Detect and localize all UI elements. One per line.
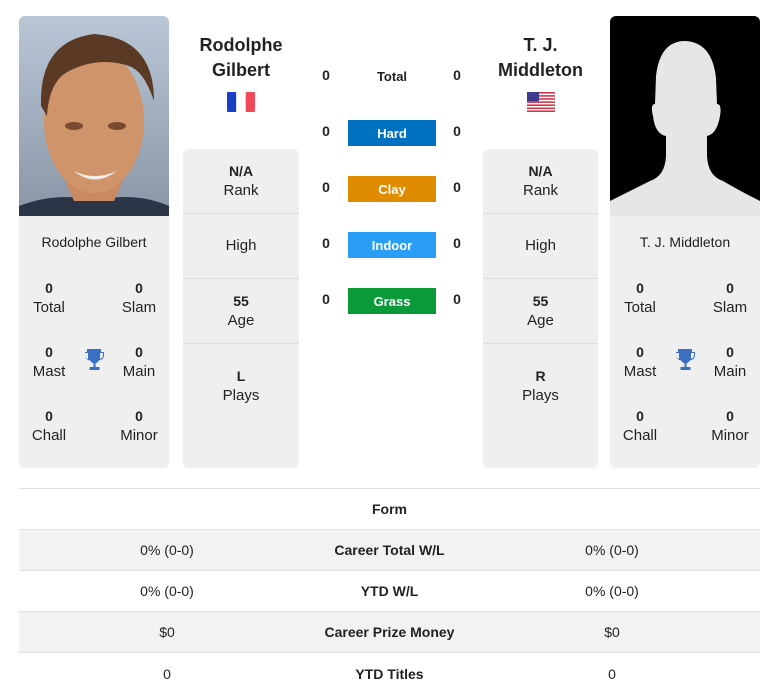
p1-value: 0% (0-0) (140, 542, 194, 558)
player1-card: Rodolphe Gilbert 0 Total 0 Slam 0 Mast 0 Mai… (19, 216, 169, 468)
player2-minor-titles: 0 Minor (711, 408, 749, 444)
player1-mast-titles: 0 Mast (32, 344, 66, 380)
h2h-hard-p1: 0 (322, 123, 330, 139)
row-label: YTD Titles (355, 665, 424, 682)
h2h-total-p1: 0 (322, 67, 330, 83)
form-header-row: Form (19, 489, 760, 530)
player2-heading[interactable]: T. J. Middleton (483, 33, 598, 83)
player2-card: T. J. Middleton 0 Total 0 Slam 0 Mast 0 Main… (610, 216, 760, 468)
surface-grass-badge[interactable]: Grass (348, 288, 436, 314)
player2-mast-titles: 0 Mast (623, 344, 657, 380)
p2-value: 0% (0-0) (585, 542, 639, 558)
player2-rank: N/A Rank (483, 149, 598, 214)
player2-photo-placeholder (610, 16, 760, 216)
player1-slam-titles: 0 Slam (121, 280, 157, 316)
row-label: Career Prize Money (324, 624, 455, 640)
p1-value: 0% (0-0) (140, 583, 194, 599)
player1-name-line1[interactable]: Rodolphe (183, 33, 299, 58)
player2-high: High (483, 214, 598, 279)
player2-main-titles: 0 Main (713, 344, 747, 380)
player1-plays: L Plays (222, 368, 260, 404)
player1-name-line2[interactable]: Gilbert (183, 58, 299, 83)
france-flag-icon (227, 92, 255, 112)
surface-indoor-badge[interactable]: Indoor (348, 232, 436, 258)
player1-total-titles: 0 Total (33, 280, 65, 316)
player2-slam-titles: 0 Slam (712, 280, 748, 316)
player2-age: 55 Age (483, 279, 598, 344)
table-row: 0% (0-0) Career Total W/L 0% (0-0) (19, 530, 760, 571)
player1-rank: N/A Rank (183, 149, 299, 214)
p1-value: $0 (159, 624, 175, 640)
h2h-hard-p2: 0 (453, 123, 461, 139)
player2-info-panel: N/A Rank High 55 Age R Plays (483, 149, 598, 468)
h2h-total-label: Total (376, 69, 408, 84)
table-row: 0% (0-0) YTD W/L 0% (0-0) (19, 571, 760, 612)
h2h-grass-p2: 0 (453, 291, 461, 307)
p2-value: $0 (604, 624, 620, 640)
player1-heading[interactable]: Rodolphe Gilbert (183, 33, 299, 83)
h2h-total-p2: 0 (453, 67, 461, 83)
row-label: Career Total W/L (334, 542, 445, 558)
player2-chall-titles: 0 Chall (622, 408, 658, 444)
player1-high: High (183, 214, 299, 279)
player2-total-titles: 0 Total (624, 280, 656, 316)
player1-info-panel: N/A Rank High 55 Age L Plays (183, 149, 299, 468)
surface-hard-badge[interactable]: Hard (348, 120, 436, 146)
player1-card-name: Rodolphe Gilbert (41, 234, 147, 250)
player2-name-line1[interactable]: T. J. (483, 33, 598, 58)
h2h-clay-p2: 0 (453, 179, 461, 195)
player1-chall-titles: 0 Chall (31, 408, 67, 444)
player1-photo (19, 16, 169, 216)
table-row: $0 Career Prize Money $0 (19, 612, 760, 653)
h2h-grass-p1: 0 (322, 291, 330, 307)
p2-value: 0% (0-0) (585, 583, 639, 599)
p1-value: 0 (163, 665, 171, 682)
table-row: 0 YTD Titles 0 (19, 653, 760, 694)
trophy-icon (673, 347, 697, 376)
player1-main-titles: 0 Main (122, 344, 156, 380)
form-header: Form (372, 501, 407, 517)
player2-plays: R Plays (522, 368, 559, 404)
form-table: Form 0% (0-0) Career Total W/L 0% (0-0) … (19, 488, 760, 694)
surface-clay-badge[interactable]: Clay (348, 176, 436, 202)
p2-value: 0 (608, 665, 616, 682)
h2h-indoor-p1: 0 (322, 235, 330, 251)
player1-age: 55 Age (183, 279, 299, 344)
player2-card-name: T. J. Middleton (639, 234, 731, 250)
trophy-icon (82, 347, 106, 376)
h2h-clay-p1: 0 (322, 179, 330, 195)
player1-minor-titles: 0 Minor (120, 408, 158, 444)
player2-name-line2[interactable]: Middleton (483, 58, 598, 83)
h2h-indoor-p2: 0 (453, 235, 461, 251)
usa-flag-icon (527, 92, 555, 112)
row-label: YTD W/L (360, 583, 419, 599)
